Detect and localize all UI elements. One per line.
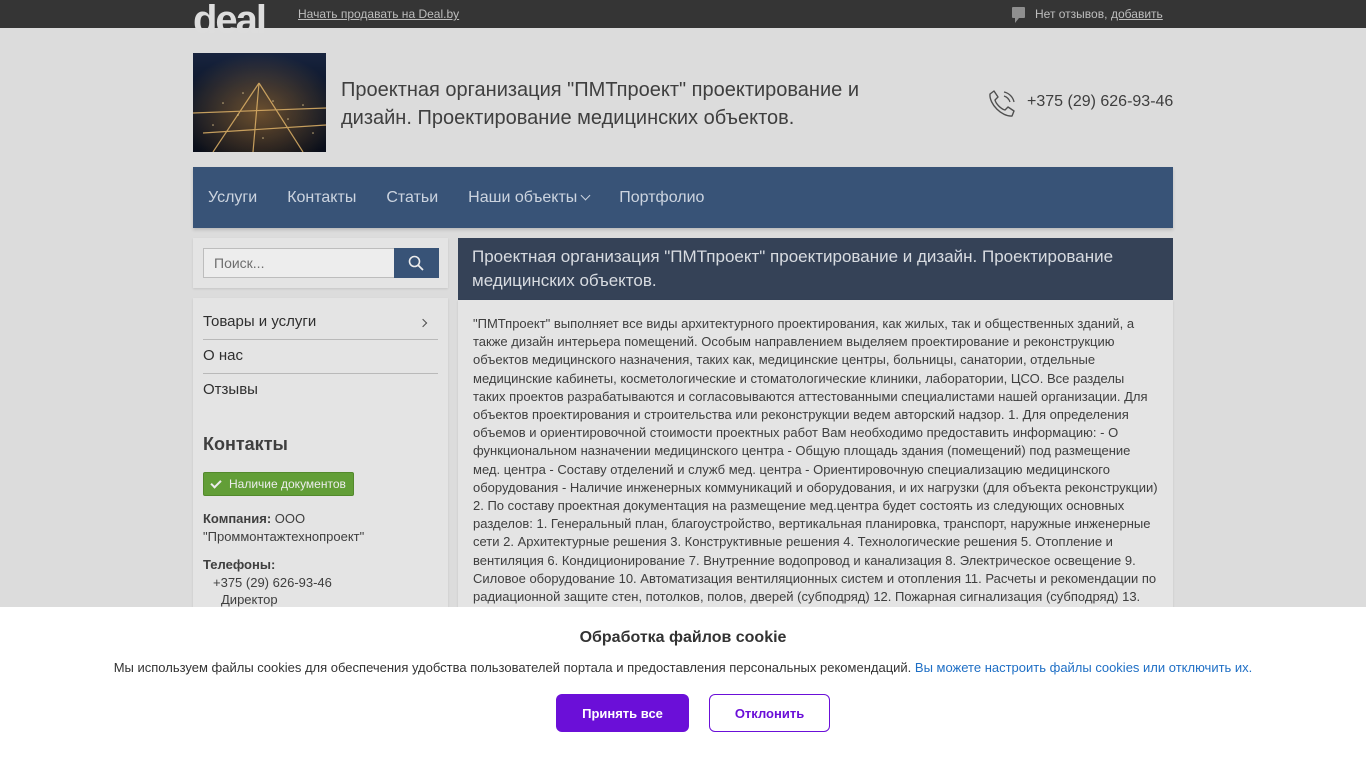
cookie-banner: Обработка файлов cookie Мы используем фа… (0, 607, 1366, 768)
accept-all-button[interactable]: Принять все (556, 694, 689, 732)
cookie-title: Обработка файлов cookie (579, 629, 787, 646)
page-overlay (0, 0, 1366, 607)
cookie-settings-link[interactable]: Вы можете настроить файлы cookies или от… (915, 660, 1252, 675)
decline-button[interactable]: Отклонить (709, 694, 830, 732)
cookie-text-wrap: Мы используем файлы cookies для обеспече… (0, 660, 1366, 675)
cookie-text: Мы используем файлы cookies для обеспече… (113, 660, 912, 675)
